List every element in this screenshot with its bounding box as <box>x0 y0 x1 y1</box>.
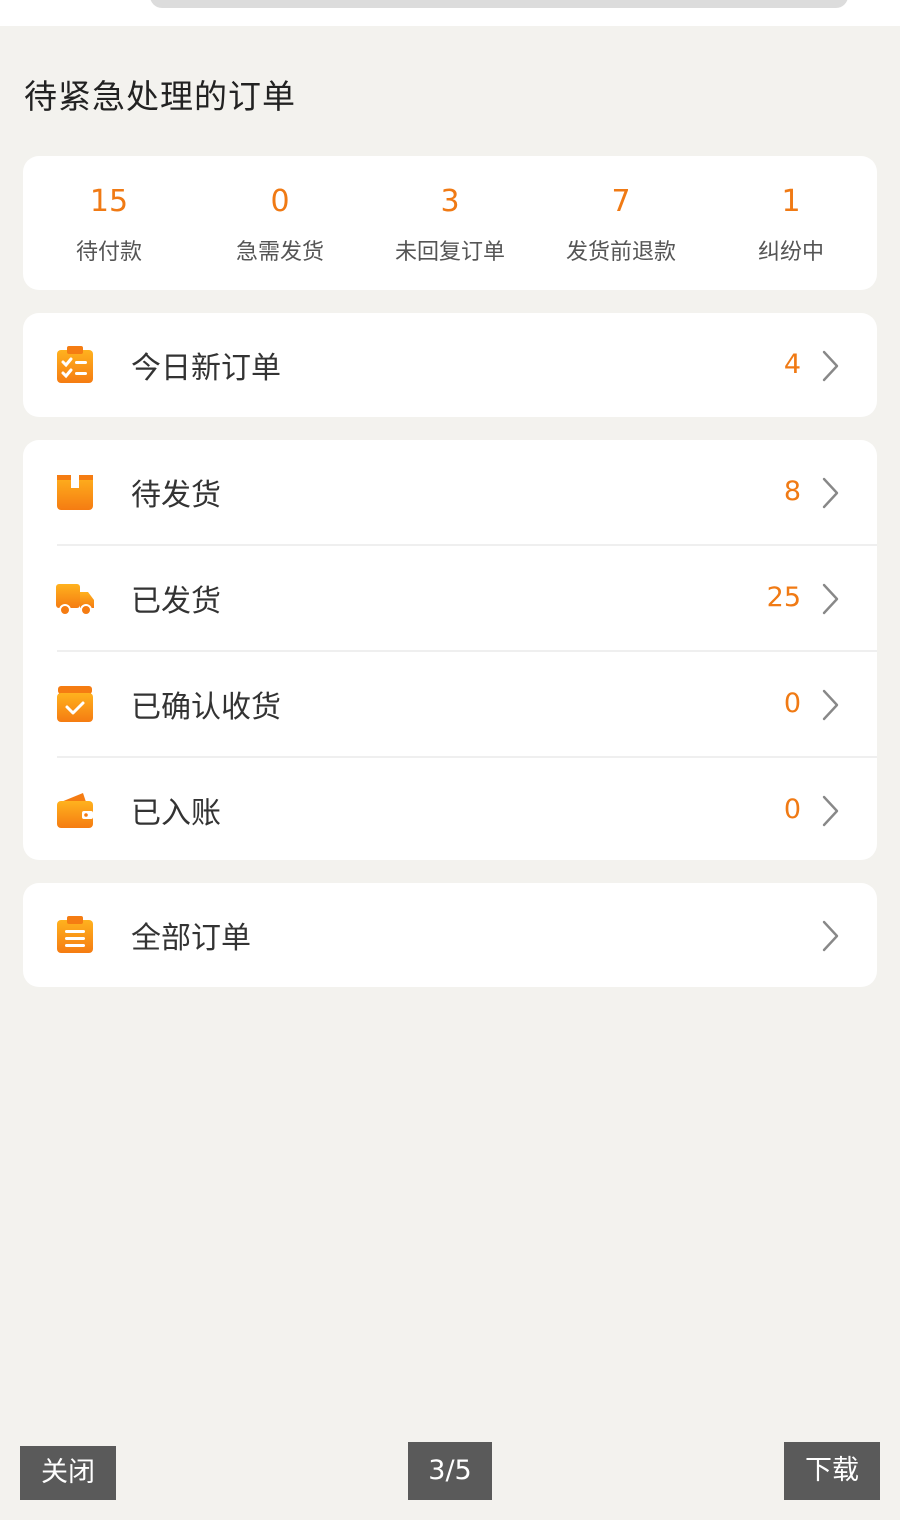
shipped-row[interactable]: 已发货 25 <box>23 546 877 651</box>
row-label: 已发货 <box>131 584 221 619</box>
wallet-icon <box>57 793 93 828</box>
row-count: 4 <box>783 349 801 380</box>
box-icon <box>57 475 93 510</box>
stat-label: 纠纷中 <box>757 240 824 265</box>
today-orders-card: 今日新订单 4 <box>23 313 877 417</box>
row-label: 已入账 <box>131 796 221 831</box>
stat-value: 0 <box>270 184 290 219</box>
clipboard-check-icon <box>57 346 93 383</box>
received-confirmed-row[interactable]: 已确认收货 0 <box>23 652 877 757</box>
row-label: 已确认收货 <box>131 690 281 725</box>
row-count: 25 <box>766 582 801 613</box>
search-bar-stub[interactable] <box>150 0 848 8</box>
download-button[interactable]: 下载 <box>784 1442 880 1500</box>
stat-value: 1 <box>781 184 801 219</box>
stat-unreplied-orders[interactable]: 3 未回复订单 <box>365 156 535 290</box>
stat-refund-before-shipping[interactable]: 7 发货前退款 <box>536 156 706 290</box>
chevron-right-icon <box>822 689 839 721</box>
close-button[interactable]: 关闭 <box>20 1446 116 1500</box>
chevron-right-icon <box>822 795 839 827</box>
stat-label: 待付款 <box>75 240 142 265</box>
stat-urgent-shipping[interactable]: 0 急需发货 <box>195 156 365 290</box>
row-label: 待发货 <box>131 478 221 513</box>
stat-value: 7 <box>611 184 631 219</box>
stat-value: 3 <box>440 184 460 219</box>
box-check-icon <box>57 686 93 722</box>
row-label: 今日新订单 <box>131 351 281 386</box>
stat-pending-payment[interactable]: 15 待付款 <box>24 156 194 290</box>
all-orders-card: 全部订单 <box>23 883 877 987</box>
chevron-right-icon <box>822 920 839 952</box>
stat-in-dispute[interactable]: 1 纠纷中 <box>706 156 876 290</box>
stat-value: 15 <box>89 184 129 219</box>
top-bar <box>0 0 900 26</box>
section-title: 待紧急处理的订单 <box>24 77 296 116</box>
orders-to-ship-row[interactable]: 待发货 8 <box>23 440 877 545</box>
row-label: 全部订单 <box>131 921 251 956</box>
chevron-right-icon <box>822 350 839 382</box>
stat-label: 急需发货 <box>235 240 324 265</box>
page-indicator: 3/5 <box>408 1442 492 1500</box>
order-status-card: 待发货 8 已发货 25 已确认收货 0 已入账 0 <box>23 440 877 860</box>
today-new-orders-row[interactable]: 今日新订单 4 <box>23 313 877 418</box>
chevron-right-icon <box>822 583 839 615</box>
row-count: 8 <box>783 476 801 507</box>
row-count: 0 <box>783 688 801 719</box>
credited-row[interactable]: 已入账 0 <box>23 758 877 863</box>
clipboard-list-icon <box>57 916 93 953</box>
row-count: 0 <box>783 794 801 825</box>
chevron-right-icon <box>822 477 839 509</box>
stat-label: 未回复订单 <box>394 240 505 265</box>
urgent-stats-card: 15 待付款 0 急需发货 3 未回复订单 7 发货前退款 1 纠纷中 <box>23 156 877 290</box>
stat-label: 发货前退款 <box>565 240 676 265</box>
truck-icon <box>56 584 94 616</box>
all-orders-row[interactable]: 全部订单 <box>23 883 877 988</box>
